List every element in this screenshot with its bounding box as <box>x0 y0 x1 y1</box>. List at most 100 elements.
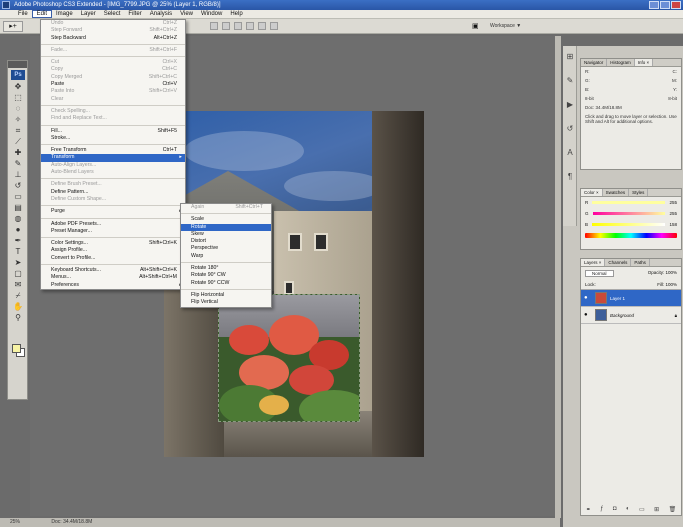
lasso-tool-icon[interactable]: ◌ <box>11 104 25 114</box>
hand-tool-icon[interactable]: ✋ <box>11 302 25 312</box>
edit-menu-item[interactable]: Preferences▸ <box>41 282 185 289</box>
edit-menu-item[interactable]: Menus... Alt+Shift+Ctrl+M <box>41 274 185 281</box>
move-tool-icon[interactable]: ✥ <box>11 82 25 92</box>
maximize-button[interactable] <box>660 1 670 9</box>
layer-mask-icon[interactable]: ◘ <box>613 506 617 513</box>
foreground-color-swatch[interactable] <box>12 344 21 353</box>
transform-menu-item[interactable]: Scale <box>181 216 271 223</box>
marquee-tool-icon[interactable]: ⬚ <box>11 93 25 103</box>
edit-menu-item[interactable]: Find and Replace Text... <box>41 115 185 122</box>
notes-tool-icon[interactable]: ✉ <box>11 280 25 290</box>
menu-filter[interactable]: Filter <box>124 10 145 18</box>
crop-tool-icon[interactable]: ⌗ <box>11 126 25 136</box>
eye-icon[interactable]: ● <box>584 312 592 318</box>
edit-menu-item[interactable]: Stroke... <box>41 135 185 142</box>
history-brush-icon[interactable]: ↺ <box>11 181 25 191</box>
transform-menu-item[interactable]: Flip Vertical <box>181 299 271 306</box>
edit-menu-item[interactable]: Define Custom Shape... <box>41 196 185 203</box>
tab-info[interactable]: Info × <box>634 59 654 66</box>
align-top-icon[interactable] <box>210 22 218 30</box>
edit-menu-item[interactable]: Auto-Align Layers... <box>41 162 185 169</box>
align-middle-icon[interactable] <box>222 22 230 30</box>
slice-tool-icon[interactable]: ⟋ <box>11 137 25 147</box>
tab-paths[interactable]: Paths <box>631 259 650 266</box>
bridge-icon[interactable]: ▣ <box>472 22 479 30</box>
healing-brush-icon[interactable]: ✚ <box>11 148 25 158</box>
menu-analysis[interactable]: Analysis <box>146 10 176 18</box>
menu-select[interactable]: Select <box>100 10 125 18</box>
edit-menu-item[interactable]: Purge▸ <box>41 208 185 215</box>
menu-view[interactable]: View <box>176 10 197 18</box>
blend-mode-select[interactable]: Normal <box>585 270 614 277</box>
flower-layer[interactable] <box>218 294 360 422</box>
workspace-button[interactable]: Workspace ▼ <box>490 23 521 29</box>
edit-menu-item[interactable]: Assign Profile... <box>41 247 185 254</box>
new-group-icon[interactable]: ▭ <box>639 506 645 513</box>
menu-edit[interactable]: Edit <box>31 10 53 18</box>
edit-menu-item[interactable]: Paste Into Shift+Ctrl+V <box>41 88 185 95</box>
eye-icon[interactable]: ● <box>584 295 592 301</box>
transform-menu-item[interactable]: Rotate <box>181 223 271 231</box>
edit-menu-item[interactable]: Convert to Profile... <box>41 255 185 262</box>
link-layers-icon[interactable]: ⚭ <box>586 506 591 513</box>
transform-menu-item[interactable]: Rotate 180° <box>181 265 271 272</box>
transform-menu-item[interactable]: Warp <box>181 253 271 260</box>
history-icon[interactable]: ↺ <box>565 124 575 134</box>
tool-presets-icon[interactable]: ⊞ <box>565 52 575 62</box>
transform-menu-item[interactable]: Again Shift+Ctrl+T <box>181 204 271 211</box>
tool-preset-picker[interactable]: ▸+ <box>3 21 23 32</box>
transform-menu-item[interactable]: Rotate 90° CW <box>181 272 271 279</box>
transform-menu-item[interactable]: Rotate 90° CCW <box>181 280 271 287</box>
edit-menu-item[interactable]: Preset Manager... <box>41 228 185 235</box>
edit-menu-item[interactable]: Copy Merged Shift+Ctrl+C <box>41 74 185 81</box>
path-selection-icon[interactable]: ➤ <box>11 258 25 268</box>
edit-menu-item[interactable]: Step Forward Shift+Ctrl+Z <box>41 27 185 34</box>
zoom-tool-icon[interactable]: ⚲ <box>11 313 25 323</box>
tab-channels[interactable]: Channels <box>605 259 632 266</box>
dodge-tool-icon[interactable]: ● <box>11 225 25 235</box>
edit-menu-item[interactable]: Auto-Blend Layers <box>41 169 185 176</box>
clone-stamp-icon[interactable]: ⊥ <box>11 170 25 180</box>
menu-window[interactable]: Window <box>197 10 226 18</box>
new-layer-icon[interactable]: ⊞ <box>654 506 659 513</box>
pen-tool-icon[interactable]: ✒ <box>11 236 25 246</box>
tab-styles[interactable]: Styles <box>629 189 649 196</box>
transform-menu-item[interactable]: Distort <box>181 238 271 245</box>
edit-menu-item[interactable]: Copy Ctrl+C <box>41 66 185 73</box>
character-icon[interactable]: A <box>565 148 575 158</box>
edit-menu-item[interactable]: Fill... Shift+F5 <box>41 128 185 135</box>
actions-icon[interactable]: ▶ <box>565 100 575 110</box>
paragraph-icon[interactable]: ¶ <box>565 172 575 182</box>
opacity-field[interactable]: Opacity: 100% <box>648 270 677 277</box>
menu-image[interactable]: Image <box>52 10 77 18</box>
magic-wand-icon[interactable]: ✧ <box>11 115 25 125</box>
eyedropper-icon[interactable]: ⌿ <box>11 291 25 301</box>
edit-menu-item[interactable]: Keyboard Shortcuts... Alt+Shift+Ctrl+K <box>41 267 185 274</box>
align-right-icon[interactable] <box>270 22 278 30</box>
transform-menu-item[interactable]: Flip Horizontal <box>181 292 271 299</box>
toolbox-grip[interactable] <box>8 61 27 68</box>
edit-menu-item[interactable]: Define Pattern... <box>41 189 185 196</box>
tab-swatches[interactable]: Swatches <box>603 189 630 196</box>
blur-tool-icon[interactable]: ◍ <box>11 214 25 224</box>
tab-layers[interactable]: Layers × <box>581 259 606 266</box>
gradient-tool-icon[interactable]: ▤ <box>11 203 25 213</box>
type-tool-icon[interactable]: T <box>11 247 25 257</box>
layer-row[interactable]: ● Layer 1 <box>581 290 681 307</box>
close-button[interactable] <box>671 1 681 9</box>
blue-slider[interactable] <box>592 223 666 226</box>
transform-menu-item[interactable]: Perspective <box>181 245 271 252</box>
edit-menu-item[interactable]: Clear <box>41 96 185 103</box>
edit-menu-item[interactable]: Adobe PDF Presets... <box>41 221 185 228</box>
adjustment-layer-icon[interactable]: ◐ <box>626 506 630 513</box>
edit-menu-item[interactable]: Check Spelling... <box>41 108 185 115</box>
align-center-icon[interactable] <box>258 22 266 30</box>
fill-field[interactable]: Fill: 100% <box>657 282 677 287</box>
green-slider[interactable] <box>592 212 666 215</box>
edit-menu-item[interactable]: Transform ▸ <box>41 154 185 162</box>
eraser-tool-icon[interactable]: ▭ <box>11 192 25 202</box>
zoom-level[interactable]: 25% <box>10 519 20 525</box>
edit-menu-item[interactable]: Undo Ctrl+Z <box>41 20 185 27</box>
red-slider[interactable] <box>592 201 666 204</box>
align-bottom-icon[interactable] <box>234 22 242 30</box>
